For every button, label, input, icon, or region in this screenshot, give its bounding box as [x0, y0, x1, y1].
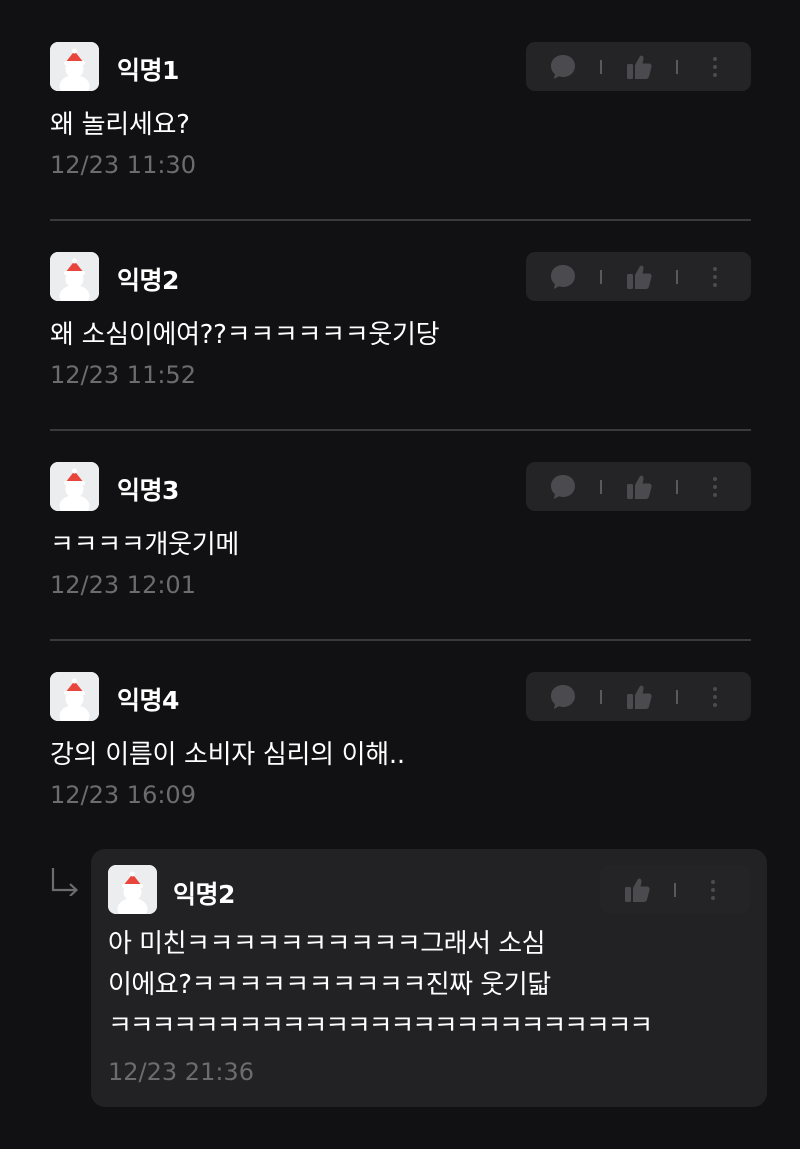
- reply-comment: 익명2 아 미친ㅋㅋㅋㅋㅋㅋㅋㅋㅋㅋ그래서 소심 이에요?ㅋㅋㅋㅋㅋㅋㅋㅋㅋㅋ진…: [91, 849, 767, 1107]
- more-button[interactable]: [676, 865, 750, 914]
- thumbs-up-icon: [627, 55, 652, 79]
- comment-timestamp: 12/23 11:30: [50, 151, 196, 179]
- like-button[interactable]: [600, 865, 674, 914]
- vertical-dots-icon: [712, 266, 717, 287]
- avatar: [50, 252, 99, 301]
- comment-text: 왜 소심이에여??ㅋㅋㅋㅋㅋㅋ웃기당: [50, 320, 440, 350]
- comment-timestamp: 12/23 11:52: [50, 361, 196, 389]
- more-button[interactable]: [678, 252, 751, 301]
- like-button[interactable]: [602, 42, 676, 91]
- more-button[interactable]: [678, 672, 751, 721]
- reply-text: 아 미친ㅋㅋㅋㅋㅋㅋㅋㅋㅋㅋ그래서 소심 이에요?ㅋㅋㅋㅋㅋㅋㅋㅋㅋㅋ진짜 웃기…: [108, 924, 653, 1047]
- nickname: 익명4: [117, 686, 179, 715]
- thumbs-up-icon: [625, 878, 650, 902]
- thumbs-up-icon: [627, 475, 652, 499]
- santa-avatar-icon: [50, 42, 99, 91]
- vertical-dots-icon: [712, 686, 717, 707]
- comment-item: 익명3 ㅋㅋㅋㅋ개웃기메 12/23 12:01: [50, 462, 751, 602]
- santa-avatar-icon: [50, 252, 99, 301]
- comment-divider: [50, 219, 751, 221]
- thumbs-up-icon: [627, 685, 652, 709]
- comment-text: ㅋㅋㅋㅋ개웃기메: [50, 530, 239, 560]
- vertical-dots-icon: [711, 879, 715, 900]
- santa-avatar-icon: [50, 672, 99, 721]
- comment-item: 익명4 강의 이름이 소비자 심리의 이해.. 12/23 16:09: [50, 672, 751, 812]
- comment-timestamp: 12/23 16:09: [50, 781, 196, 809]
- santa-avatar-icon: [108, 865, 157, 914]
- comment-actions: [526, 42, 751, 91]
- more-button[interactable]: [678, 42, 751, 91]
- reply-arrow: [50, 866, 80, 900]
- nickname: 익명1: [117, 56, 179, 85]
- like-button[interactable]: [602, 252, 676, 301]
- reply-text-line: 아 미친ㅋㅋㅋㅋㅋㅋㅋㅋㅋㅋ그래서 소심: [108, 929, 546, 959]
- comment-item: 익명1 왜 놀리세요? 12/23 11:30: [50, 42, 751, 182]
- vertical-dots-icon: [712, 476, 717, 497]
- reply-button[interactable]: [526, 672, 600, 721]
- reply-actions: [600, 865, 750, 914]
- speech-bubble-icon: [551, 264, 575, 289]
- nickname: 익명2: [173, 880, 235, 909]
- avatar: [108, 865, 157, 914]
- speech-bubble-icon: [551, 474, 575, 499]
- reply-button[interactable]: [526, 462, 600, 511]
- reply-text-line: ㅋㅋㅋㅋㅋㅋㅋㅋㅋㅋㅋㅋㅋㅋㅋㅋㅋㅋㅋㅋㅋㅋㅋㅋㅋ: [108, 1011, 653, 1041]
- speech-bubble-icon: [551, 54, 575, 79]
- comment-timestamp: 12/23 12:01: [50, 571, 196, 599]
- comment-text: 강의 이름이 소비자 심리의 이해..: [50, 740, 405, 770]
- comment-actions: [526, 252, 751, 301]
- reply-arrow-icon: [51, 868, 79, 897]
- avatar: [50, 462, 99, 511]
- avatar: [50, 672, 99, 721]
- avatar: [50, 42, 99, 91]
- thumbs-up-icon: [627, 265, 652, 289]
- comment-actions: [526, 462, 751, 511]
- santa-avatar-icon: [50, 462, 99, 511]
- nickname: 익명3: [117, 476, 179, 505]
- reply-button[interactable]: [526, 42, 600, 91]
- comment-text: 왜 놀리세요?: [50, 110, 190, 140]
- like-button[interactable]: [602, 462, 676, 511]
- reply-timestamp: 12/23 21:36: [108, 1058, 254, 1086]
- more-button[interactable]: [678, 462, 751, 511]
- nickname: 익명2: [117, 266, 179, 295]
- speech-bubble-icon: [551, 684, 575, 709]
- comment-divider: [50, 429, 751, 431]
- vertical-dots-icon: [712, 56, 717, 77]
- reply-button[interactable]: [526, 252, 600, 301]
- like-button[interactable]: [602, 672, 676, 721]
- comment-actions: [526, 672, 751, 721]
- reply-text-line: 이에요?ㅋㅋㅋㅋㅋㅋㅋㅋㅋㅋ진짜 웃기닯: [108, 970, 551, 1000]
- comment-divider: [50, 639, 751, 641]
- comment-item: 익명2 왜 소심이에여??ㅋㅋㅋㅋㅋㅋ웃기당 12/23 11:52: [50, 252, 751, 392]
